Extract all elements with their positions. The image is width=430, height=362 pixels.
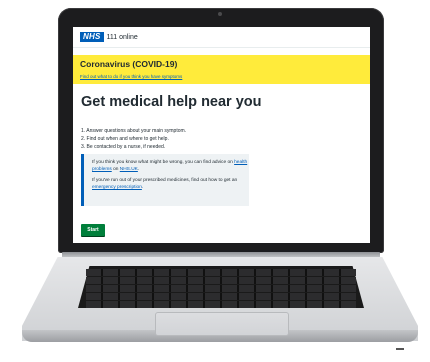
inset-paragraph-health: If you think you know what might be wron…	[92, 160, 249, 173]
covid-banner: Coronavirus (COVID-19) Find out what to …	[73, 55, 370, 84]
key-row	[86, 293, 356, 300]
inset-text-part: If you think you know what might be wron…	[92, 160, 235, 165]
inset-text-part: .	[141, 184, 144, 190]
inset-text-part: on	[111, 166, 120, 172]
key-row	[86, 301, 356, 308]
list-item: 3. Be contacted by a nurse, if needed.	[81, 144, 166, 150]
trackpad	[155, 312, 289, 336]
laptop-screen: NHS 111 online Coronavirus (COVID-19) Fi…	[73, 27, 370, 243]
service-name: 111 online	[106, 33, 138, 41]
inset-paragraph-prescription: If you've run out of your prescribed med…	[92, 178, 249, 191]
list-item: 2. Find out when and where to get help.	[81, 136, 169, 142]
power-indicator-icon	[396, 348, 404, 350]
key-row	[86, 277, 356, 284]
symptoms-link[interactable]: Find out what to do if you think you hav…	[80, 74, 182, 79]
page-title: Get medical help near you	[81, 94, 262, 110]
key-row	[86, 285, 356, 292]
site-header: NHS 111 online	[73, 27, 370, 48]
inset-text-part: .	[137, 166, 140, 172]
webcam-icon	[218, 12, 222, 16]
list-item: 1. Answer questions about your main symp…	[81, 128, 187, 134]
emergency-prescription-link[interactable]: emergency prescription	[92, 185, 142, 190]
steps-list: 1. Answer questions about your main symp…	[81, 127, 186, 151]
nhs-uk-link[interactable]: NHS.UK	[120, 167, 138, 172]
banner-title: Coronavirus (COVID-19)	[80, 59, 178, 69]
inset-text: If you think you know what might be wron…	[81, 154, 249, 206]
inset-text-part: If you've run out of your prescribed med…	[92, 178, 238, 183]
keyboard-keys	[86, 269, 356, 309]
laptop-lid: NHS 111 online Coronavirus (COVID-19) Fi…	[58, 8, 384, 253]
start-button[interactable]: Start	[81, 224, 105, 236]
key-row	[86, 269, 356, 276]
nhs-logo[interactable]: NHS	[80, 32, 104, 42]
